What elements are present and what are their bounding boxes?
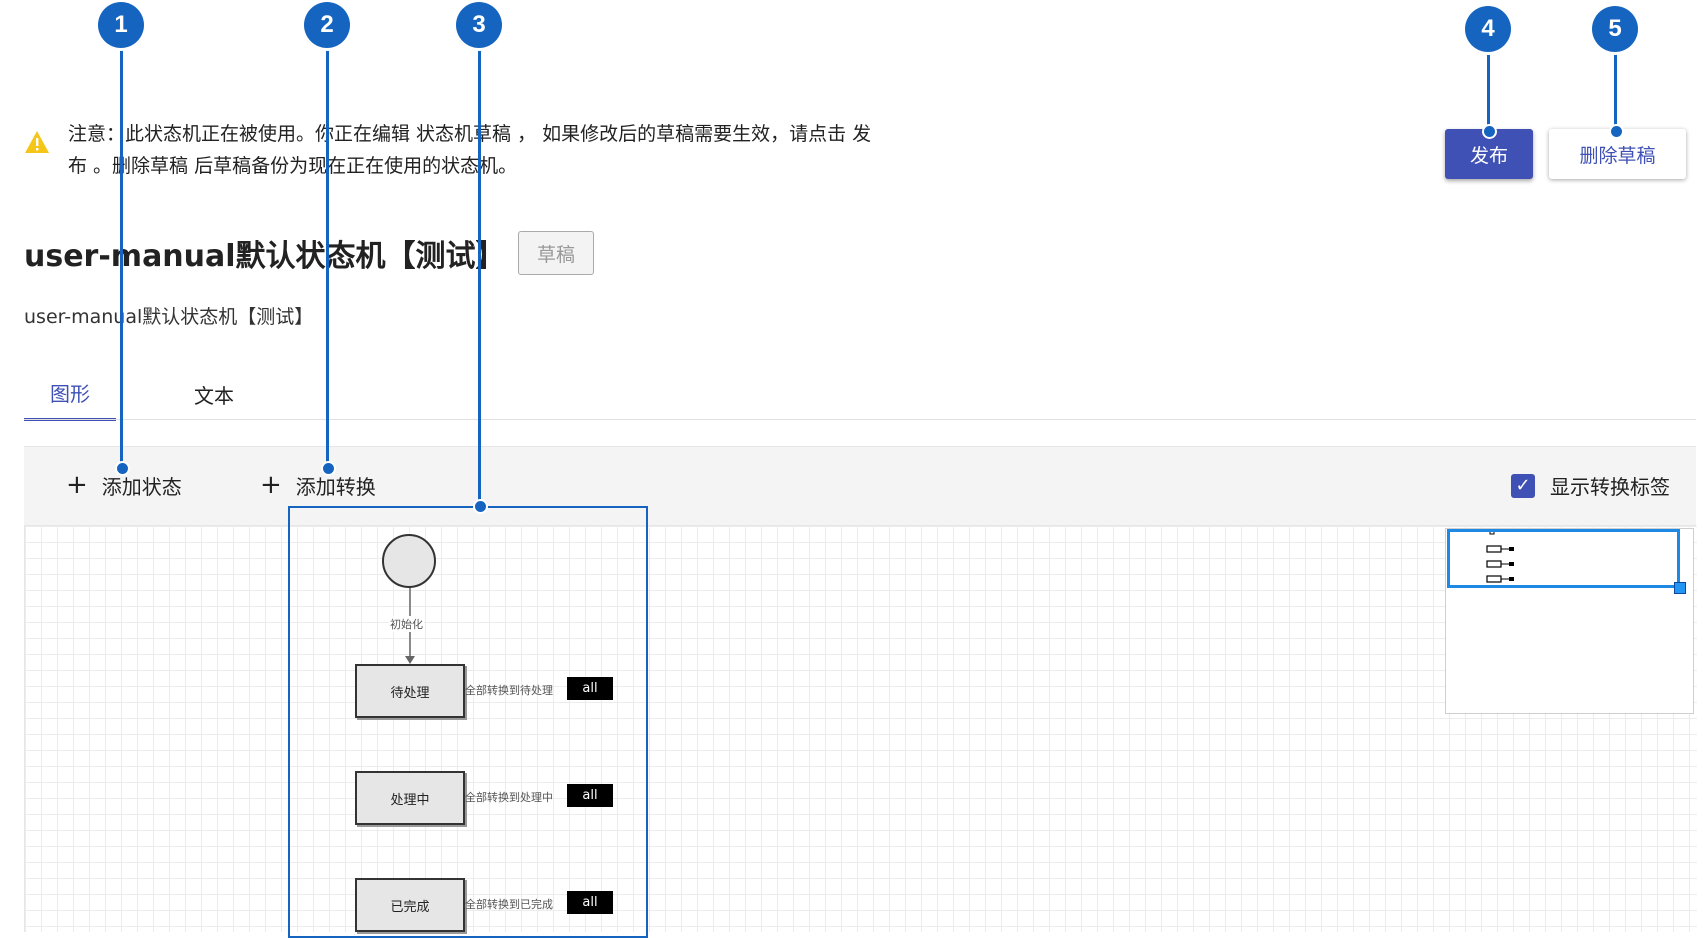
- callout-dot-3: [473, 499, 488, 514]
- minimap-resize-handle[interactable]: [1674, 582, 1686, 594]
- callout-marker-4: 4: [1465, 6, 1511, 52]
- callout-line-3: [478, 48, 481, 506]
- add-transition-label: 添加转换: [295, 474, 376, 499]
- minimap-viewport[interactable]: [1447, 529, 1680, 588]
- show-transition-labels-text: 显示转换标签: [1550, 475, 1670, 499]
- callout-marker-2: 2: [304, 2, 350, 48]
- callout-marker-1: 1: [98, 2, 144, 48]
- show-transition-labels-toggle[interactable]: ✓ 显示转换标签: [1511, 471, 1670, 500]
- page-title: user-manual默认状态机【测试】: [24, 239, 506, 274]
- add-state-label: 添加状态: [101, 474, 182, 499]
- callout-dot-2: [321, 461, 336, 476]
- callout-marker-3: 3: [456, 2, 502, 48]
- callout-line-2: [326, 48, 329, 468]
- callout-dot-5: [1609, 124, 1624, 139]
- callout-dot-4: [1482, 124, 1497, 139]
- callout-dot-1: [115, 461, 130, 476]
- tabs-divider: [24, 419, 1696, 420]
- plus-icon: +: [66, 470, 88, 500]
- plus-icon: +: [260, 470, 282, 500]
- tab-text[interactable]: 文本: [168, 367, 260, 421]
- draft-notice-text: 注意：此状态机正在被使用。你正在编辑 状态机草稿 ， 如果修改后的草稿需要生效，…: [68, 123, 872, 177]
- checkbox-checked-icon[interactable]: ✓: [1511, 473, 1535, 498]
- add-transition-button[interactable]: + 添加转换: [260, 470, 376, 500]
- callout-line-4: [1487, 52, 1490, 130]
- diagram-highlight-frame: [288, 506, 648, 938]
- draft-status-badge: 草稿: [518, 231, 594, 275]
- warning-icon: [25, 131, 49, 153]
- page-description: user-manual默认状态机【测试】: [24, 306, 314, 328]
- callout-line-5: [1614, 52, 1617, 130]
- callout-marker-5: 5: [1592, 6, 1638, 52]
- callout-line-1: [120, 48, 123, 468]
- tab-graph[interactable]: 图形: [24, 367, 116, 421]
